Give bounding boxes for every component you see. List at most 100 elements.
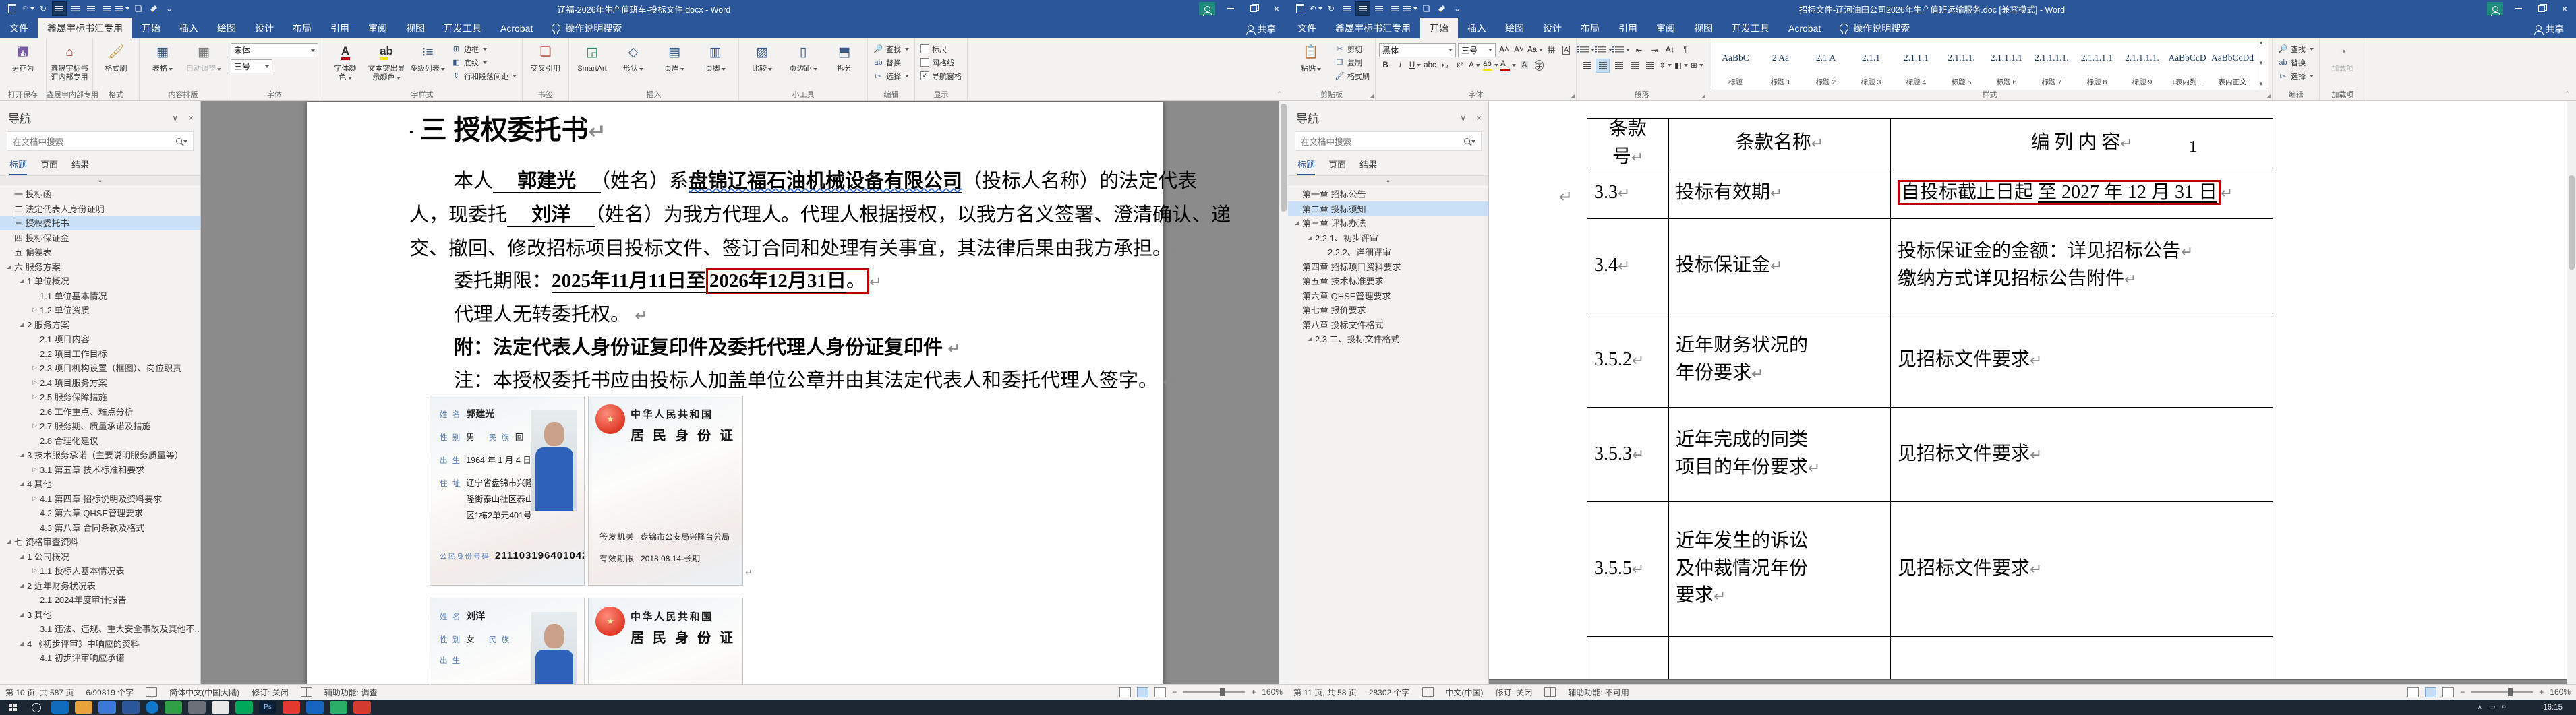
bold-icon[interactable]: B [1379, 59, 1392, 72]
close-button[interactable]: × [2553, 0, 2576, 18]
align-left-icon[interactable] [1340, 2, 1353, 15]
tray-icon[interactable]: ▭ [2489, 704, 2495, 711]
nav-item[interactable]: 三 授权委托书 [0, 216, 200, 230]
office-app-icon[interactable] [306, 701, 324, 714]
save-icon[interactable] [1293, 2, 1307, 15]
nav-item[interactable]: 第四章 招标项目资料要求 [1288, 259, 1488, 274]
nav-item[interactable]: ◢2.2.1、初步评审 [1288, 230, 1488, 245]
close-icon[interactable]: × [189, 113, 194, 123]
nav-item[interactable]: 一 投标函 [0, 187, 200, 201]
read-mode-icon[interactable] [2407, 687, 2419, 697]
style-↓表内列...[interactable]: AaBbCcD↓表内列... [2165, 38, 2209, 88]
tab-操作说明搜索[interactable]: 操作说明搜索 [1830, 18, 1919, 38]
tab-绘图[interactable]: 绘图 [1496, 18, 1533, 38]
nav-item[interactable]: ▷2.3 项目机构设置（框图）、岗位职责 [0, 361, 200, 375]
collapse-all-button[interactable]: ▴ [0, 176, 200, 185]
title-bar[interactable]: ↶↻❏⌄ 辽福-2026年生产值班车-投标文件.docx - Word × [0, 0, 1288, 18]
gallery-scroll[interactable]: ▲▼▼ [2256, 38, 2266, 88]
justify-icon[interactable] [1388, 2, 1401, 15]
collapse-icon[interactable]: ◢ [18, 553, 26, 560]
tab-Acrobat[interactable]: Acrobat [1779, 18, 1830, 38]
document-page[interactable]: ▪三 授权委托书↵ 本人 郭建光 （姓名）系盘锦辽福石油机械设备有限公司（投标人… [307, 102, 1163, 685]
nav-item[interactable]: ▷2.7 服务期、质量承诺及措施 [0, 418, 200, 433]
undo-icon[interactable]: ↶ [1309, 2, 1322, 15]
replace-icon[interactable]: ab替换 [871, 56, 911, 69]
browser-icon[interactable] [146, 701, 158, 714]
justify-icon[interactable] [1628, 59, 1641, 72]
style-标题 5[interactable]: 2.1.1.1.标题 5 [1939, 38, 1983, 88]
expand-icon[interactable]: ▷ [31, 495, 38, 502]
align-right-icon[interactable] [84, 2, 98, 15]
nav-item[interactable]: 二 法定代表人身份证明 [0, 201, 200, 216]
nav-item[interactable]: ▷1.1 投标人基本情况表 [0, 563, 200, 578]
style-标题 2[interactable]: 2.1 A标题 2 [1804, 38, 1848, 88]
strikethrough-icon[interactable]: abc [1424, 59, 1436, 72]
nav-item[interactable]: ◢4 《初步评审》中响应的资料 [0, 636, 200, 651]
tab-视图[interactable]: 视图 [1685, 18, 1722, 38]
highlighter-icon[interactable] [147, 2, 160, 15]
zoom-percentage[interactable]: 160% [2550, 687, 2571, 697]
collapse-icon[interactable]: ◢ [1293, 219, 1301, 226]
zoom-slider[interactable] [1183, 691, 1245, 693]
font-name-box[interactable]: 黑体 [1379, 43, 1456, 57]
tab-开始[interactable]: 开始 [1420, 18, 1458, 38]
highlighter-icon[interactable] [1435, 2, 1448, 15]
smartart-icon[interactable]: ◲SmartArt [573, 40, 612, 73]
increase-indent-icon[interactable]: ⇥ [1648, 44, 1661, 57]
align-center-icon[interactable] [1355, 1, 1370, 16]
tab-审阅[interactable]: 审阅 [1647, 18, 1685, 38]
vertical-scrollbar[interactable] [2567, 101, 2576, 685]
nav-item[interactable]: ◢4 其他 [0, 476, 200, 491]
nav-item[interactable]: 2.8 合理化建议 [0, 433, 200, 448]
redo-icon[interactable]: ↻ [36, 2, 50, 15]
nav-item[interactable]: 3.1 违法、违规、重大安全事故及其他不... [0, 621, 200, 636]
zoom-out-button[interactable]: − [1172, 687, 1177, 697]
nav-item[interactable]: 五 偏差表 [0, 245, 200, 259]
collapse-icon[interactable]: ◢ [18, 582, 26, 589]
italic-icon[interactable]: I [1394, 59, 1407, 72]
align-center-icon[interactable] [69, 2, 82, 15]
accessibility-status[interactable]: 辅助功能: 不可用 [1568, 687, 1629, 698]
restore-button[interactable] [1242, 0, 1265, 18]
chevron-down-icon[interactable]: ∨ [1460, 113, 1466, 123]
nav-item[interactable]: ▷2.4 项目服务方案 [0, 375, 200, 390]
phonetic-guide-icon[interactable]: 拼 [1545, 44, 1558, 57]
chevron-down-icon[interactable]: ∨ [172, 113, 178, 123]
proofing-icon[interactable] [1422, 687, 1434, 697]
taskbar-clock[interactable]: 16:15 [2543, 704, 2563, 712]
multilevel-list-icon[interactable]: ⁝≡多级列表 [408, 40, 447, 73]
zoom-slider-thumb[interactable] [2508, 688, 2513, 696]
nav-item[interactable]: 4.3 第八章 合同条款及格式 [0, 520, 200, 535]
nav-tab-标题[interactable]: 标题 [9, 158, 27, 175]
dialog-launcher-icon[interactable]: ◢ [1701, 93, 1705, 99]
nav-item[interactable]: ◢2 服务方案 [0, 317, 200, 332]
style-标题 1[interactable]: 2 Aa标题 1 [1759, 38, 1803, 88]
word-count[interactable]: 6/99819 个字 [86, 687, 134, 698]
nav-item[interactable]: 第六章 QHSE管理要求 [1288, 288, 1488, 303]
table-icon[interactable]: ▦表格 [143, 40, 182, 73]
expand-icon[interactable]: ▷ [31, 466, 38, 473]
borders-icon[interactable]: ⊞ [1691, 59, 1703, 72]
collapse-icon[interactable]: ◢ [18, 640, 26, 647]
line-spacing-icon[interactable] [1403, 2, 1417, 15]
nav-item[interactable]: 第一章 招标公告 [1288, 187, 1488, 201]
nav-item[interactable]: ◢3 技术服务承诺（主要说明服务质量等） [0, 447, 200, 462]
document-area[interactable]: ▪三 授权委托书↵ 本人 郭建光 （姓名）系盘锦辽福石油机械设备有限公司（投标人… [201, 101, 1288, 685]
line-spacing-icon[interactable] [115, 2, 129, 15]
zoom-out-button[interactable]: − [2460, 687, 2465, 697]
cut-icon[interactable]: ✂剪切 [1333, 42, 1372, 55]
split-icon[interactable]: ⬒拆分 [825, 40, 864, 73]
undo-icon[interactable]: ↶ [21, 2, 34, 15]
tab-引用[interactable]: 引用 [1609, 18, 1647, 38]
font-color-icon[interactable]: A字体颜 色 [326, 40, 365, 82]
select-icon[interactable]: ▻选择 [2276, 69, 2316, 82]
expand-icon[interactable]: ▷ [31, 306, 38, 313]
macro-record-icon[interactable] [1544, 687, 1556, 697]
expand-icon[interactable]: ▷ [31, 364, 38, 371]
dialog-launcher-icon[interactable]: ◢ [2266, 93, 2271, 99]
redo-icon[interactable]: ↻ [1324, 2, 1338, 15]
nav-item[interactable]: 2.2 项目工作目标 [0, 346, 200, 361]
scroll-thumb[interactable] [1281, 104, 1287, 212]
nav-item[interactable]: 2.1 2024年度审计报告 [0, 592, 200, 607]
tab-布局[interactable]: 布局 [1571, 18, 1609, 38]
